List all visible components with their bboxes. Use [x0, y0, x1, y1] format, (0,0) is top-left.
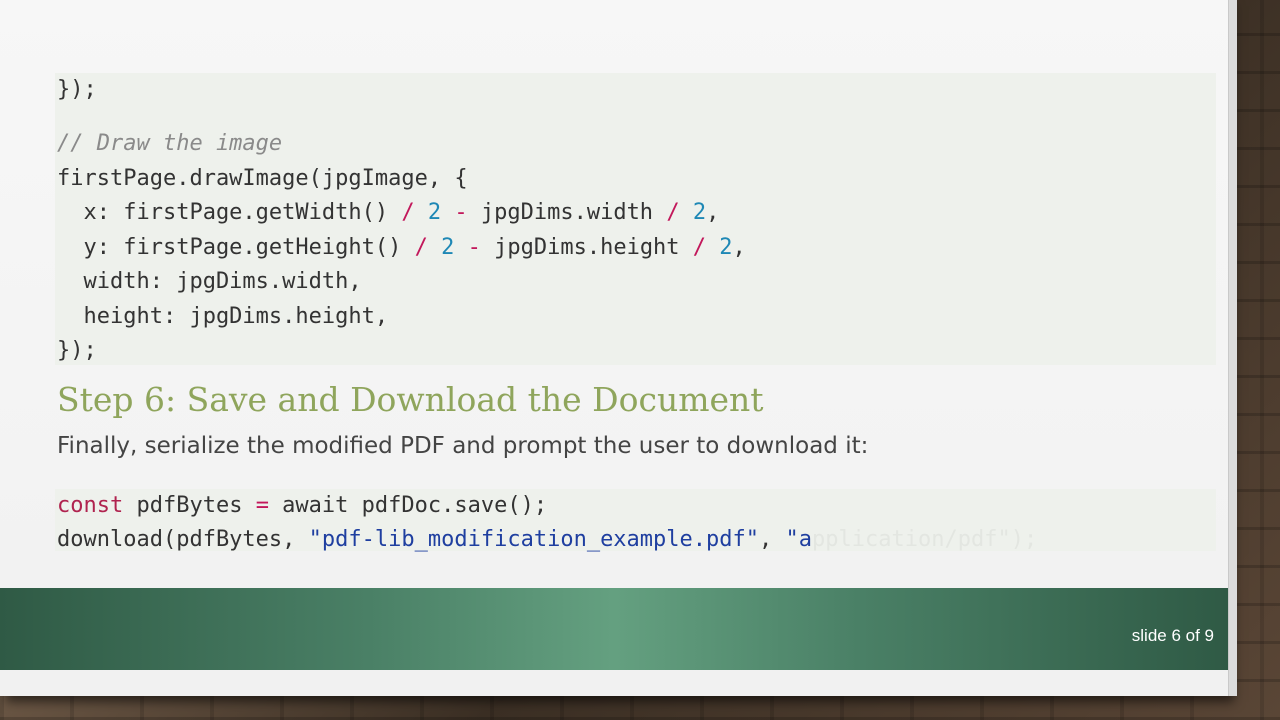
code-text: , [732, 235, 746, 260]
footer-band: slide 6 of 9 [0, 588, 1228, 670]
code-text: , [706, 200, 720, 225]
code-text: firstPage.drawImage(jpgImage, { [57, 166, 468, 191]
code-number: 2 [427, 200, 442, 225]
code-operator: / [414, 235, 428, 260]
code-comment: // Draw the image [57, 127, 282, 161]
code-line: }); [57, 73, 97, 107]
code-string: "a [785, 527, 813, 552]
code-line-y: y: firstPage.getHeight() / 2 - jpgDims.h… [57, 231, 746, 265]
code-text: jpgDims.height [480, 235, 693, 260]
code-text: pdfBytes [123, 493, 256, 518]
code-operator: = [255, 493, 269, 518]
code-text: }); [57, 77, 97, 102]
code-text: x: firstPage.getWidth() [57, 200, 402, 225]
code-text: y: firstPage.getHeight() [57, 235, 415, 260]
slide-edge [1228, 0, 1237, 696]
code-line: }); [57, 334, 97, 368]
code-operator: - [454, 200, 468, 225]
code-keyword: const [57, 493, 124, 518]
code-operator: - [467, 235, 481, 260]
code-number: 2 [441, 235, 455, 260]
code-line-width: width: jpgDims.width, [57, 265, 362, 299]
code-operator: / [692, 235, 707, 260]
code-number: 2 [692, 200, 707, 225]
code-faded-text: pplication/pdf"); [812, 527, 1038, 552]
code-line-const: const pdfBytes = await pdfDoc.save(); [57, 489, 547, 523]
code-text: download(pdfBytes, [57, 527, 309, 552]
code-text: width: jpgDims.width, [57, 269, 362, 294]
code-number: 2 [719, 235, 733, 260]
slide-number: slide 6 of 9 [1131, 626, 1214, 645]
section-paragraph: Finally, serialize the modified PDF and … [57, 433, 869, 459]
code-line-height: height: jpgDims.height, [57, 300, 388, 334]
code-line-x: x: firstPage.getWidth() / 2 - jpgDims.wi… [57, 196, 719, 230]
code-text: jpgDims.width [467, 200, 667, 225]
slide: }); // Draw the image firstPage.drawImag… [0, 0, 1228, 696]
section-heading: Step 6: Save and Download the Document [57, 380, 764, 419]
code-text: }); [57, 338, 97, 363]
code-operator: / [401, 200, 415, 225]
code-operator: / [666, 200, 680, 225]
code-text: height: jpgDims.height, [57, 304, 389, 329]
code-line-download: download(pdfBytes, "pdf-lib_modification… [57, 523, 1037, 557]
code-text: await pdfDoc.save(); [268, 493, 548, 518]
code-line: firstPage.drawImage(jpgImage, { [57, 162, 468, 196]
code-block-save-download: const pdfBytes = await pdfDoc.save(); do… [55, 489, 1216, 552]
code-string: "pdf-lib_modification_example.pdf" [308, 527, 760, 552]
comment-text: // Draw the image [57, 131, 283, 156]
code-block-draw-image: }); // Draw the image firstPage.drawImag… [55, 73, 1216, 365]
code-text: , [759, 527, 786, 552]
